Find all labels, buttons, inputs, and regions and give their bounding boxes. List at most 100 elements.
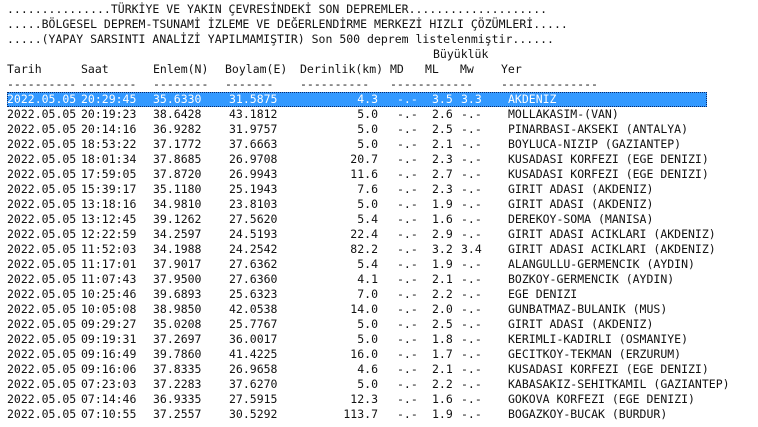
col-header-boylam: Boylam(E) xyxy=(225,62,288,76)
cell-mw: -.- xyxy=(461,107,482,121)
cell-derinlik: 22.4 xyxy=(350,227,378,241)
cell-boylam: 27.6360 xyxy=(229,272,278,286)
earthquake-row[interactable]: 2022.05.05 09:16:49 39.7860 41.4225 16.0 -.- 1… xyxy=(7,347,707,362)
earthquake-row[interactable]: 2022.05.05 09:16:06 37.8335 26.9658 4.6 -.- 2.… xyxy=(7,362,709,377)
earthquake-row[interactable]: 2022.05.05 18:01:34 37.8685 26.9708 20.7 -.- 2… xyxy=(7,152,709,167)
cell-md: -.- xyxy=(397,347,418,361)
cell-ml: 2.1 xyxy=(432,272,453,286)
cell-md: -.- xyxy=(397,392,418,406)
cell-mw: -.- xyxy=(461,362,482,376)
cell-yer: PINARBASI-AKSEKI (ANTALYA) xyxy=(508,122,689,136)
cell-mw: -.- xyxy=(461,137,482,151)
cell-yer: KUSADASI KORFEZI (EGE DENIZI) xyxy=(508,167,709,181)
earthquake-row[interactable]: 2022.05.05 15:39:17 35.1180 25.1943 7.6 -.- 2.… xyxy=(7,182,707,197)
cell-yer: GIRIT ADASI ACIKLARI (AKDENIZ) xyxy=(508,227,716,241)
cell-yer: AKDENIZ xyxy=(508,92,557,106)
divider-derinlik: ---------- xyxy=(300,77,370,91)
cell-boylam: 25.7767 xyxy=(229,317,278,331)
cell-enlem: 39.1262 xyxy=(153,212,202,226)
cell-mw: -.- xyxy=(461,377,482,391)
earthquake-row[interactable]: 2022.05.05 20:14:16 36.9282 31.9757 5.0 -.- 2.… xyxy=(7,122,707,137)
cell-yer: BOZKOY-GERMENCIK (AYDIN) xyxy=(508,272,675,286)
divider-enlem: -------- xyxy=(153,77,209,91)
earthquake-row[interactable]: 2022.05.05 07:23:03 37.2283 37.6270 5.0 -.- 2.… xyxy=(7,377,730,392)
cell-enlem: 37.9017 xyxy=(153,257,202,271)
cell-enlem: 37.8720 xyxy=(153,167,202,181)
cell-enlem: 34.2597 xyxy=(153,227,202,241)
cell-tarih: 2022.05.05 xyxy=(7,107,77,121)
earthquake-row[interactable]: 2022.05.05 11:52:03 34.1988 24.2542 82.2 -.- 3… xyxy=(7,242,716,257)
earthquake-row[interactable]: 2022.05.05 11:17:01 37.9017 27.6362 5.4 -.- 1.… xyxy=(7,257,707,272)
earthquake-row[interactable]: 2022.05.05 07:14:46 36.9335 27.5915 12.3 -.- 1… xyxy=(7,392,707,407)
cell-derinlik: 5.4 xyxy=(357,212,378,226)
cell-derinlik: 5.0 xyxy=(357,377,378,391)
earthquake-row[interactable]: 2022.05.05 18:53:22 37.1772 37.6663 5.0 -.- 2.… xyxy=(7,137,707,152)
cell-boylam: 31.9757 xyxy=(229,122,278,136)
cell-saat: 10:25:46 xyxy=(81,287,137,301)
cell-enlem: 37.2697 xyxy=(153,332,202,346)
cell-derinlik: 7.6 xyxy=(357,182,378,196)
cell-saat: 09:19:31 xyxy=(81,332,137,346)
cell-boylam: 27.6362 xyxy=(229,257,278,271)
cell-md: -.- xyxy=(397,362,418,376)
cell-derinlik: 5.0 xyxy=(357,107,378,121)
cell-md: -.- xyxy=(397,182,418,196)
cell-tarih: 2022.05.05 xyxy=(7,92,77,106)
divider-saat: -------- xyxy=(81,77,137,91)
col-header-yer: Yer xyxy=(501,62,522,76)
earthquake-row[interactable]: 2022.05.05 07:10:55 37.2557 30.5292 113.7 -.-… xyxy=(7,407,707,422)
cell-yer: GIRIT ADASI (AKDENIZ) xyxy=(508,182,654,196)
cell-tarih: 2022.05.05 xyxy=(7,317,77,331)
cell-ml: 2.0 xyxy=(432,302,453,316)
cell-saat: 13:12:45 xyxy=(81,212,137,226)
cell-boylam: 37.6663 xyxy=(229,137,278,151)
cell-md: -.- xyxy=(397,152,418,166)
earthquake-row[interactable]: 2022.05.05 12:22:59 34.2597 24.5193 22.4 -.- 2… xyxy=(7,227,716,242)
cell-ml: 2.3 xyxy=(432,152,453,166)
subtitle-line: .....BÖLGESEL DEPREM-TSUNAMİ İZLEME VE D… xyxy=(7,17,568,31)
cell-boylam: 31.5875 xyxy=(229,92,278,106)
cell-boylam: 24.5193 xyxy=(229,227,278,241)
earthquake-row[interactable]: 2022.05.05 09:19:31 37.2697 36.0017 5.0 -.- 1.… xyxy=(7,332,707,347)
earthquake-row[interactable]: 2022.05.05 13:18:16 34.9810 23.8103 5.0 -.- 1.… xyxy=(7,197,707,212)
cell-saat: 17:59:05 xyxy=(81,167,137,181)
cell-mw: -.- xyxy=(461,407,482,421)
cell-boylam: 24.2542 xyxy=(229,242,278,256)
col-header-derinlik: Derinlik(km) xyxy=(300,62,384,76)
cell-enlem: 37.9500 xyxy=(153,272,202,286)
cell-boylam: 25.6323 xyxy=(229,287,278,301)
cell-saat: 09:16:49 xyxy=(81,347,137,361)
cell-ml: 3.2 xyxy=(432,242,453,256)
cell-derinlik: 5.0 xyxy=(357,122,378,136)
cell-mw: -.- xyxy=(461,167,482,181)
earthquake-row[interactable]: 2022.05.05 11:07:43 37.9500 27.6360 4.1 -.- 2.… xyxy=(7,272,707,287)
cell-enlem: 39.6893 xyxy=(153,287,202,301)
cell-derinlik: 12.3 xyxy=(350,392,378,406)
cell-boylam: 26.9943 xyxy=(229,167,278,181)
cell-tarih: 2022.05.05 xyxy=(7,287,77,301)
cell-enlem: 34.9810 xyxy=(153,197,202,211)
earthquake-row[interactable]: 2022.05.05 20:19:23 38.6428 43.1812 5.0 -.- 2.… xyxy=(7,107,707,122)
cell-derinlik: 82.2 xyxy=(350,242,378,256)
earthquake-row[interactable]: 2022.05.05 10:05:08 38.9850 42.0538 14.0 -.- 2… xyxy=(7,302,707,317)
cell-boylam: 37.6270 xyxy=(229,377,278,391)
earthquake-row[interactable]: 2022.05.05 10:25:46 39.6893 25.6323 7.0 -.- 2.… xyxy=(7,287,707,302)
cell-boylam: 43.1812 xyxy=(229,107,278,121)
earthquake-row[interactable]: 2022.05.05 20:29:45 35.6330 31.5875 4.3 -.- 3.… xyxy=(7,92,707,107)
cell-saat: 12:22:59 xyxy=(81,227,137,241)
cell-tarih: 2022.05.05 xyxy=(7,152,77,166)
cell-ml: 1.6 xyxy=(432,212,453,226)
cell-derinlik: 4.6 xyxy=(357,362,378,376)
earthquake-row[interactable]: 2022.05.05 17:59:05 37.8720 26.9943 11.6 -.- 2… xyxy=(7,167,709,182)
cell-mw: -.- xyxy=(461,302,482,316)
earthquake-row[interactable]: 2022.05.05 13:12:45 39.1262 27.5620 5.4 -.- 1.… xyxy=(7,212,707,227)
col-header-mw: Mw xyxy=(460,62,474,76)
earthquake-row[interactable]: 2022.05.05 09:29:27 35.0208 25.7767 5.0 -.- 2.… xyxy=(7,317,707,332)
cell-yer: GIRIT ADASI (AKDENIZ) xyxy=(508,197,654,211)
cell-yer: EGE DENIZI xyxy=(508,287,578,301)
cell-mw: 3.3 xyxy=(461,92,482,106)
cell-tarih: 2022.05.05 xyxy=(7,392,77,406)
cell-yer: ALANGULLU-GERMENCIK (AYDIN) xyxy=(508,257,695,271)
cell-boylam: 23.8103 xyxy=(229,197,278,211)
cell-mw: -.- xyxy=(461,152,482,166)
